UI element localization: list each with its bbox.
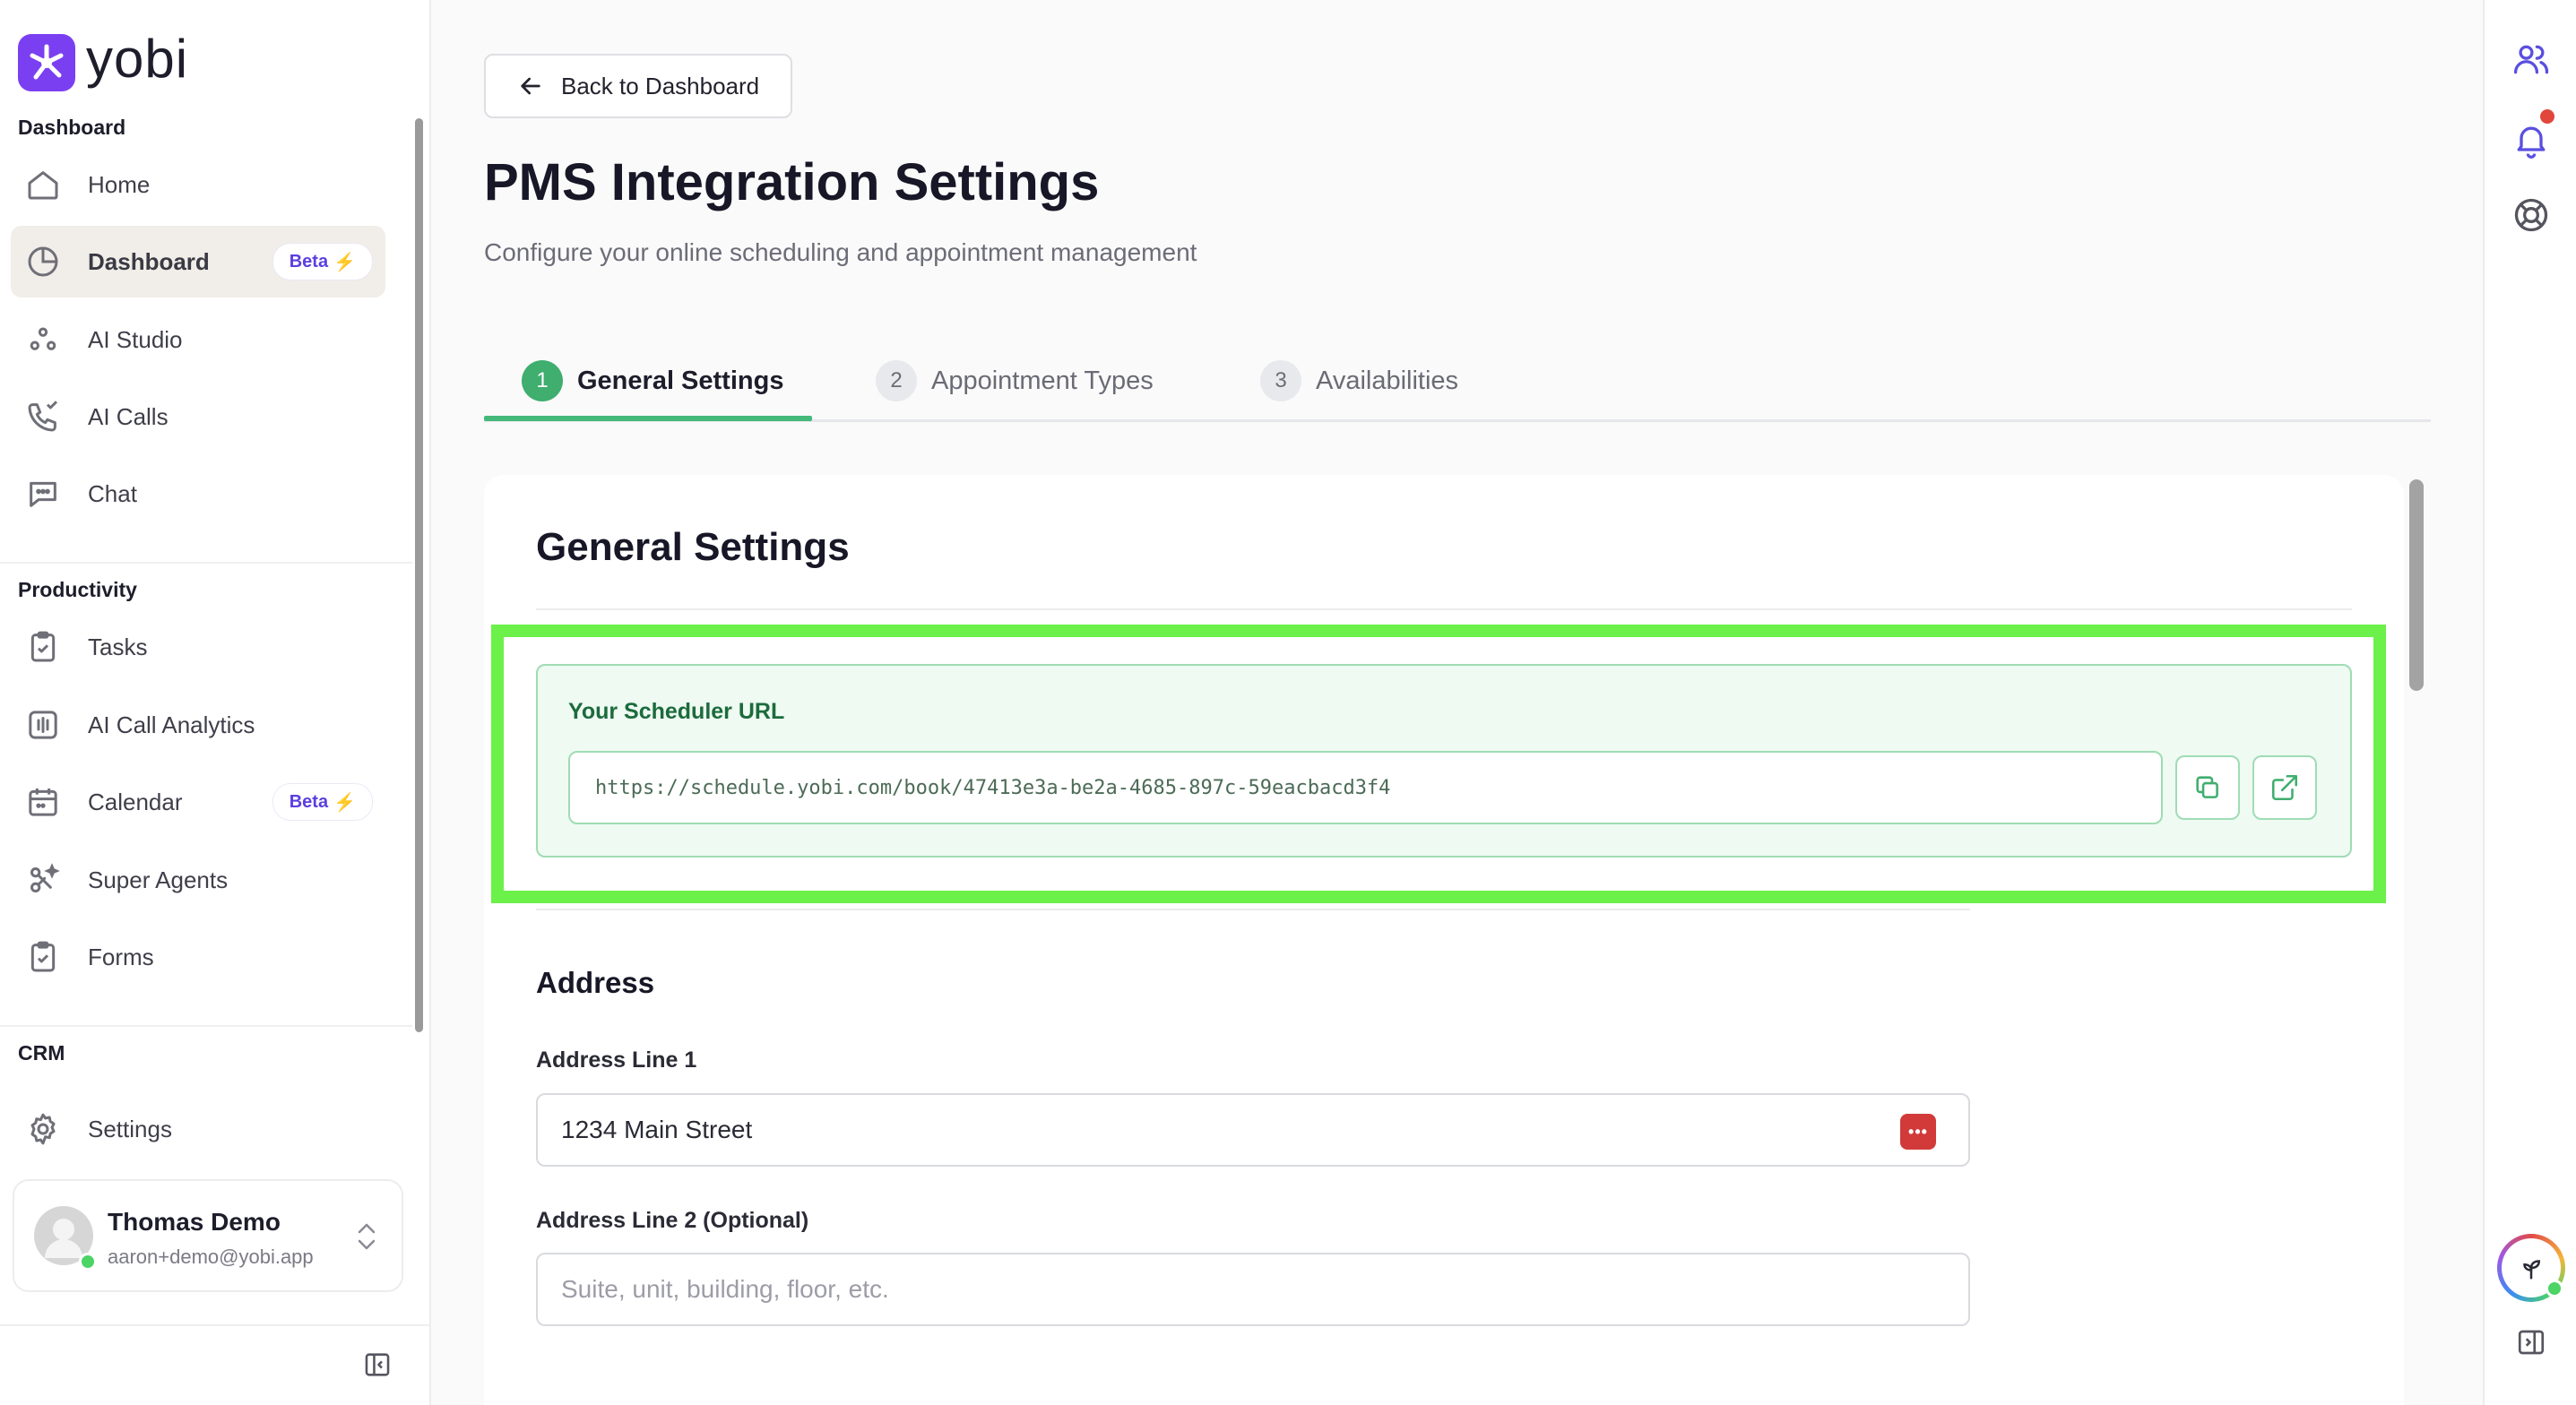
address-section-title: Address — [536, 966, 655, 999]
sidebar-item-ai-calls[interactable]: AI Calls — [11, 381, 385, 453]
yobi-logo-icon — [18, 34, 75, 91]
arrow-left-icon — [516, 72, 545, 100]
analytics-icon — [25, 707, 61, 743]
user-card[interactable]: Thomas Demo aaron+demo@yobi.app — [13, 1179, 403, 1292]
sidebar-item-label: Calendar — [88, 788, 183, 815]
sidebar-item-label: Home — [88, 170, 151, 198]
sidebar-footer-divider — [0, 1324, 431, 1326]
collapse-panel-icon[interactable] — [2515, 1326, 2547, 1358]
main-scrollbar[interactable] — [2409, 479, 2424, 691]
tab-availabilities[interactable]: 3 Availabilities — [1260, 340, 1458, 421]
collapse-sidebar-icon[interactable] — [362, 1349, 393, 1380]
active-tab-indicator — [484, 416, 812, 421]
section-label-crm: CRM — [18, 1041, 65, 1065]
page-title: PMS Integration Settings — [484, 153, 1100, 211]
sidebar-item-label: AI Studio — [88, 325, 183, 353]
back-to-dashboard-button[interactable]: Back to Dashboard — [484, 54, 792, 118]
back-button-label: Back to Dashboard — [561, 72, 760, 99]
tab-step-number: 3 — [1260, 360, 1301, 401]
sidebar-item-calendar[interactable]: Calendar Beta ⚡ — [11, 766, 385, 838]
address-line-1-label: Address Line 1 — [536, 1047, 697, 1073]
address-line-2-input[interactable]: Suite, unit, building, floor, etc. — [536, 1253, 1970, 1326]
sidebar-item-home[interactable]: Home — [11, 149, 385, 220]
sidebar-scrollbar[interactable] — [415, 118, 423, 1032]
phone-icon — [25, 399, 61, 435]
clipboard-check-icon — [25, 629, 61, 665]
sidebar-item-label: Super Agents — [88, 866, 229, 893]
ai-studio-icon — [25, 322, 61, 358]
beta-badge: Beta ⚡ — [272, 243, 373, 280]
sidebar-item-label: AI Call Analytics — [88, 711, 255, 738]
beta-badge: Beta ⚡ — [272, 783, 373, 821]
tab-label: Availabilities — [1316, 366, 1459, 395]
tab-step-number: 2 — [876, 360, 917, 401]
card-title: General Settings — [536, 525, 850, 569]
tab-appointment-types[interactable]: 2 Appointment Types — [876, 340, 1154, 421]
online-status-icon — [79, 1253, 97, 1271]
gear-icon — [25, 1111, 61, 1147]
tab-label: General Settings — [577, 366, 784, 395]
sidebar-item-chat[interactable]: Chat — [11, 458, 385, 530]
brand-name: yobi — [86, 29, 189, 89]
notification-dot — [2540, 109, 2554, 124]
bell-icon[interactable] — [2511, 120, 2551, 159]
sidebar: yobi Dashboard Home Dashboard Beta ⚡ AI S… — [0, 0, 431, 1405]
forms-icon — [25, 939, 61, 975]
sidebar-item-ai-studio[interactable]: AI Studio — [11, 304, 385, 375]
help-lifebuoy-icon[interactable] — [2511, 195, 2551, 235]
chat-icon — [25, 476, 61, 512]
user-email: aaron+demo@yobi.app — [108, 1246, 314, 1268]
sidebar-item-forms[interactable]: Forms — [11, 921, 385, 993]
home-icon — [25, 167, 61, 203]
sidebar-item-label: Forms — [88, 943, 154, 970]
sidebar-item-label: Chat — [88, 479, 137, 507]
super-agents-icon — [25, 862, 61, 898]
user-name: Thomas Demo — [108, 1208, 281, 1236]
section-divider — [536, 909, 1970, 910]
sidebar-divider — [0, 562, 412, 564]
password-manager-icon[interactable]: ••• — [1900, 1114, 1936, 1150]
sidebar-item-label: Settings — [88, 1115, 172, 1142]
sidebar-item-ai-call-analytics[interactable]: AI Call Analytics — [11, 689, 385, 761]
section-label-dashboard: Dashboard — [18, 116, 126, 139]
sidebar-divider — [0, 1025, 412, 1027]
address-line-2-label: Address Line 2 (Optional) — [536, 1208, 809, 1233]
sidebar-item-label: Dashboard — [88, 247, 210, 275]
pie-chart-icon — [25, 244, 61, 280]
page-subtitle: Configure your online scheduling and app… — [484, 238, 1197, 266]
section-label-productivity: Productivity — [18, 578, 137, 601]
bolt-icon: ⚡ — [333, 252, 356, 272]
assistant-status-icon — [2546, 1280, 2563, 1297]
address-line-1-input[interactable]: 1234 Main Street — [536, 1093, 1970, 1167]
sidebar-item-dashboard[interactable]: Dashboard Beta ⚡ — [11, 226, 385, 297]
chevron-up-down-icon[interactable] — [353, 1219, 380, 1254]
calendar-icon — [25, 784, 61, 820]
tab-step-number: 1 — [522, 360, 563, 401]
users-icon[interactable] — [2511, 39, 2551, 79]
card-divider — [536, 608, 2352, 610]
sidebar-item-tasks[interactable]: Tasks — [11, 611, 385, 683]
bolt-icon: ⚡ — [333, 792, 356, 813]
sidebar-item-label: Tasks — [88, 633, 148, 660]
tab-general-settings[interactable]: 1 General Settings — [522, 340, 783, 421]
tab-label: Appointment Types — [931, 366, 1154, 395]
sidebar-item-label: AI Calls — [88, 402, 169, 430]
sidebar-item-super-agents[interactable]: Super Agents — [11, 844, 385, 916]
sidebar-item-settings[interactable]: Settings — [11, 1093, 385, 1165]
highlight-box — [491, 625, 2386, 903]
